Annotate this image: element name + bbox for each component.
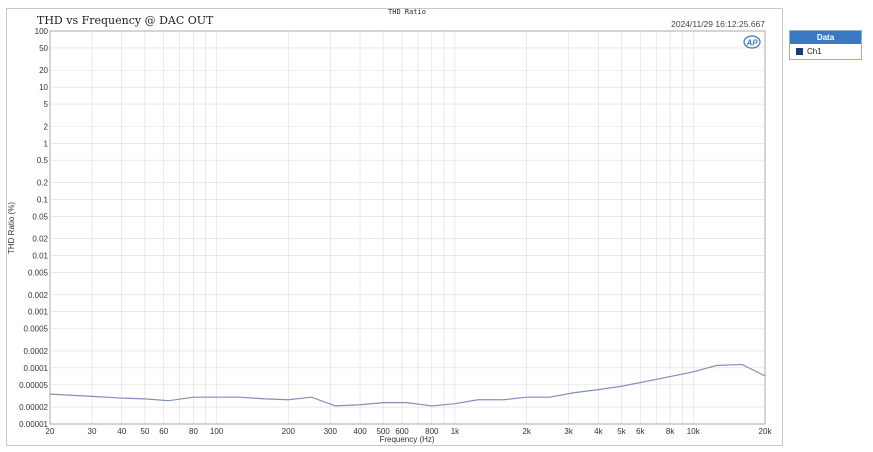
chart-title: THD vs Frequency @ DAC OUT <box>37 14 214 27</box>
y-tick-label: 100 <box>35 27 49 36</box>
y-tick-label: 0.02 <box>32 235 48 244</box>
x-tick-label: 8k <box>666 427 675 436</box>
y-tick-label: 0.001 <box>28 308 49 317</box>
y-tick-label: 0.01 <box>32 252 48 261</box>
x-tick-label: 20k <box>759 427 773 436</box>
timestamp: 2024/11/29 16:12:25.667 <box>671 19 765 29</box>
top-label: THD Ratio <box>388 8 426 16</box>
y-tick-label: 50 <box>39 44 48 53</box>
x-tick-label: 800 <box>425 427 439 436</box>
x-tick-label: 6k <box>636 427 645 436</box>
legend-title: Data <box>790 31 861 44</box>
y-tick-label: 0.0001 <box>24 364 49 373</box>
y-tick-label: 2 <box>44 122 49 131</box>
y-tick-label: 0.00002 <box>19 403 48 412</box>
legend-panel[interactable]: Data Ch1 <box>789 30 862 60</box>
y-tick-label: 5 <box>44 100 49 109</box>
x-tick-label: 2k <box>522 427 531 436</box>
x-tick-label: 400 <box>353 427 367 436</box>
y-tick-label: 0.2 <box>37 179 49 188</box>
y-tick-label: 0.00001 <box>19 420 48 429</box>
x-tick-label: 40 <box>117 427 126 436</box>
legend-item-label: Ch1 <box>807 47 822 56</box>
ap-logo-icon: AP <box>743 35 761 49</box>
x-tick-label: 200 <box>282 427 296 436</box>
grid <box>49 30 766 425</box>
x-tick-label: 500 <box>376 427 390 436</box>
x-tick-label: 600 <box>395 427 409 436</box>
y-tick-label: 0.05 <box>32 212 48 221</box>
x-tick-label: 4k <box>594 427 603 436</box>
x-tick-label: 300 <box>324 427 338 436</box>
series-layer <box>49 363 766 407</box>
x-tick-label: 3k <box>564 427 573 436</box>
thd-chart: THD Ratio THD vs Frequency @ DAC OUT 202… <box>7 8 772 444</box>
y-tick-label: 0.0002 <box>24 347 49 356</box>
y-tick-label: 10 <box>39 83 48 92</box>
x-tick-label: 5k <box>617 427 626 436</box>
tick-labels: 20 30 40 50 60 80 100 200 300 400 500 600 800 1k 2k 3k 4… <box>19 27 772 436</box>
y-tick-label: 0.5 <box>37 156 49 165</box>
y-tick-label: 0.1 <box>37 195 49 204</box>
y-tick-label: 20 <box>39 66 48 75</box>
y-tick-label: 0.0005 <box>24 325 49 334</box>
y-tick-label: 0.00005 <box>19 381 48 390</box>
x-tick-label: 50 <box>140 427 149 436</box>
y-tick-label: 0.002 <box>28 291 49 300</box>
x-tick-label: 100 <box>210 427 224 436</box>
x-tick-label: 80 <box>189 427 198 436</box>
x-tick-label: 1k <box>451 427 460 436</box>
series-line-ch1 <box>49 363 766 407</box>
legend-swatch <box>796 48 803 55</box>
y-axis-label: THD Ratio (%) <box>7 202 16 254</box>
svg-text:AP: AP <box>745 39 758 48</box>
plot-border <box>49 30 766 425</box>
y-tick-label: 0.005 <box>28 268 49 277</box>
x-tick-label: 30 <box>88 427 97 436</box>
x-tick-label: 60 <box>159 427 168 436</box>
y-tick-label: 1 <box>44 139 49 148</box>
legend-item-ch1[interactable]: Ch1 <box>790 44 861 59</box>
x-axis-label: Frequency (Hz) <box>379 435 434 444</box>
x-tick-label: 10k <box>687 427 701 436</box>
